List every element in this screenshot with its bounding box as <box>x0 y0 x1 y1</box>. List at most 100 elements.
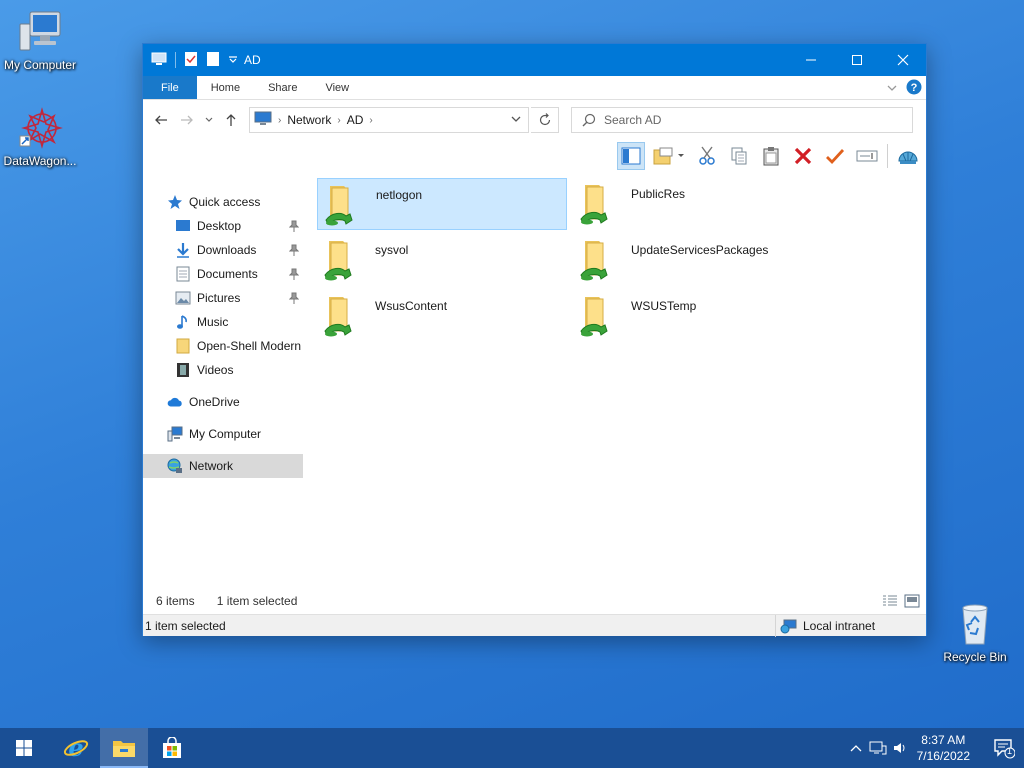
address-dropdown-icon[interactable] <box>510 113 522 128</box>
scissors-icon <box>699 146 715 165</box>
forward-arrow-icon <box>181 115 193 125</box>
pin-icon[interactable] <box>288 244 300 259</box>
nav-pictures[interactable]: Pictures <box>143 286 303 310</box>
nav-label: Pictures <box>197 291 241 305</box>
refresh-button[interactable] <box>531 107 559 133</box>
pin-icon[interactable] <box>288 268 300 283</box>
nav-music[interactable]: Music <box>143 310 303 334</box>
nav-onedrive[interactable]: OneDrive <box>143 390 303 414</box>
tab-home[interactable]: Home <box>197 76 254 99</box>
new-folder-icon[interactable] <box>206 51 220 70</box>
search-placeholder: Search AD <box>604 113 662 127</box>
nav-my-computer[interactable]: My Computer <box>143 422 303 446</box>
cloud-icon <box>167 394 183 410</box>
minimize-button[interactable] <box>788 44 834 76</box>
expand-ribbon-icon[interactable] <box>886 82 898 96</box>
file-item-netlogon[interactable]: netlogon <box>317 178 567 230</box>
address-bar[interactable]: › Network › AD › <box>249 107 529 133</box>
rename-button[interactable] <box>853 142 881 170</box>
pin-icon[interactable] <box>288 220 300 235</box>
show-hidden-icons-button[interactable] <box>845 728 867 768</box>
back-button[interactable] <box>149 108 173 132</box>
file-item-wsustemp[interactable]: WSUSTemp <box>573 290 823 342</box>
file-item-sysvol[interactable]: sysvol <box>317 234 567 286</box>
pin-icon[interactable] <box>288 292 300 307</box>
up-button[interactable] <box>219 108 243 132</box>
properties-icon[interactable] <box>184 51 198 70</box>
refresh-icon <box>539 113 550 126</box>
document-icon <box>175 266 191 282</box>
explorer-window-icon[interactable] <box>151 51 167 70</box>
close-icon <box>897 54 909 66</box>
desktop-icon-datawagon[interactable]: DataWagon... <box>0 104 80 168</box>
nav-open-shell-modern[interactable]: Open-Shell Modern <box>143 334 303 358</box>
star-icon <box>167 194 183 210</box>
taskbar-store[interactable] <box>148 728 196 768</box>
navigation-pane[interactable]: Quick access Desktop Downloads Documents… <box>143 172 303 590</box>
tab-view[interactable]: View <box>311 76 363 99</box>
breadcrumb-network[interactable]: Network <box>281 113 337 127</box>
breadcrumb-ad[interactable]: AD <box>341 113 370 127</box>
paste-button[interactable] <box>757 142 785 170</box>
maximize-icon <box>852 55 862 65</box>
selection-count: 1 item selected <box>216 594 298 608</box>
nav-quick-access[interactable]: Quick access <box>143 190 303 214</box>
security-zone: Local intranet <box>775 615 875 637</box>
nav-desktop[interactable]: Desktop <box>143 214 303 238</box>
copy-button[interactable] <box>725 142 753 170</box>
title-bar[interactable]: AD <box>143 44 926 76</box>
clock-time: 8:37 AM <box>921 733 966 747</box>
nav-documents[interactable]: Documents <box>143 262 303 286</box>
breadcrumb-separator[interactable]: › <box>369 115 372 126</box>
select-button[interactable] <box>821 142 849 170</box>
chevron-down-icon <box>205 117 213 122</box>
file-list[interactable]: netlogon PublicRes sysvol UpdateServices… <box>303 172 926 590</box>
start-button[interactable] <box>0 728 48 768</box>
checkmark-icon <box>826 149 845 165</box>
shared-folder-icon <box>322 180 370 228</box>
clock[interactable]: 8:37 AM 7/16/2022 <box>917 732 970 764</box>
network-tray-button[interactable] <box>867 728 889 768</box>
delete-button[interactable] <box>789 142 817 170</box>
details-status-bar: 1 item selected Local intranet <box>143 614 926 637</box>
help-icon[interactable]: ? <box>906 79 922 98</box>
search-icon <box>582 113 596 127</box>
forward-button[interactable] <box>175 108 199 132</box>
datawagon-icon <box>16 104 64 152</box>
file-item-publicres[interactable]: PublicRes <box>573 178 823 230</box>
desktop-icon-label: Recycle Bin <box>943 650 1007 664</box>
recycle-bin-icon <box>951 600 999 648</box>
action-center-button[interactable]: 1 <box>984 728 1024 768</box>
search-box[interactable]: Search AD <box>571 107 913 133</box>
nav-videos[interactable]: Videos <box>143 358 303 382</box>
large-icons-view-button[interactable] <box>904 594 920 611</box>
open-shell-button[interactable] <box>894 142 922 170</box>
svg-text:?: ? <box>911 82 918 94</box>
qat-separator <box>175 52 176 68</box>
close-button[interactable] <box>880 44 926 76</box>
taskbar-internet-explorer[interactable]: e <box>52 728 100 768</box>
ribbon-tabs: File Home Share View ? <box>143 76 926 100</box>
details-view-button[interactable] <box>882 594 898 611</box>
desktop-icon-recycle-bin[interactable]: Recycle Bin <box>935 600 1015 664</box>
taskbar-file-explorer[interactable] <box>100 728 148 768</box>
view-options-button[interactable] <box>649 142 689 170</box>
maximize-button[interactable] <box>834 44 880 76</box>
nav-downloads[interactable]: Downloads <box>143 238 303 262</box>
cut-button[interactable] <box>693 142 721 170</box>
tab-share[interactable]: Share <box>254 76 311 99</box>
recent-locations-button[interactable] <box>201 108 217 132</box>
desktop-folder-icon <box>175 218 191 234</box>
tab-file[interactable]: File <box>143 76 197 99</box>
file-name: netlogon <box>376 188 423 202</box>
large-icons-view-icon <box>904 594 920 608</box>
file-item-updateservicespackages[interactable]: UpdateServicesPackages <box>573 234 823 286</box>
file-item-wsuscontent[interactable]: WsusContent <box>317 290 567 342</box>
taskbar: e 8:37 AM 7/16/2022 1 <box>0 728 1024 768</box>
nav-label: Documents <box>197 267 258 281</box>
preview-pane-button[interactable] <box>617 142 645 170</box>
qat-dropdown-icon[interactable] <box>228 53 238 67</box>
volume-tray-button[interactable] <box>889 728 911 768</box>
desktop-icon-my-computer[interactable]: My Computer <box>0 8 80 72</box>
nav-network[interactable]: Network <box>143 454 303 478</box>
